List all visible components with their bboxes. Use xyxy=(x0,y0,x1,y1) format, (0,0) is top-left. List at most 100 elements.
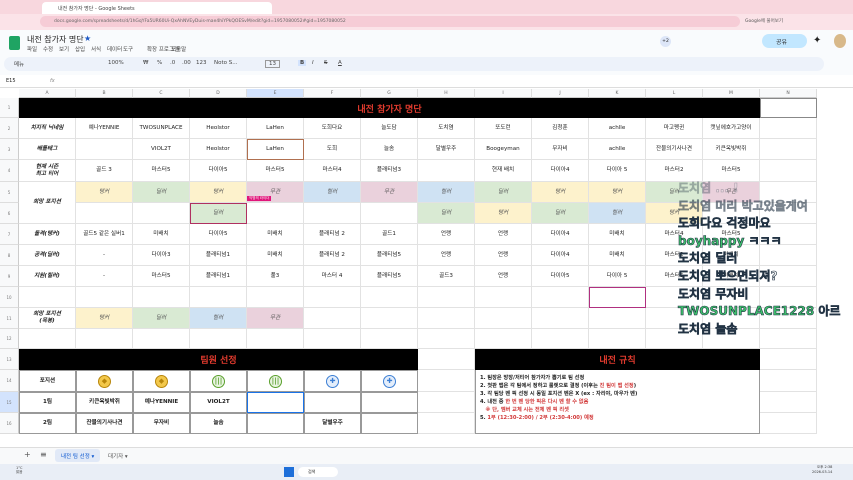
roster-cell[interactable]: 다이아 5 xyxy=(589,160,646,182)
roster-cell[interactable]: TWOSUNPLACE xyxy=(133,118,190,139)
roster-cell[interactable]: - xyxy=(76,245,133,266)
empty-cell[interactable] xyxy=(760,118,817,139)
position-cell[interactable]: 탱커 xyxy=(76,182,133,203)
position-cell[interactable]: 탱커 xyxy=(589,182,646,203)
roster-cell[interactable]: Heolstor xyxy=(190,139,247,160)
empty-cell[interactable] xyxy=(418,308,475,329)
position-cell[interactable]: 탱커 xyxy=(190,182,247,203)
empty-cell[interactable] xyxy=(418,287,475,308)
roster-cell[interactable]: 도희 xyxy=(304,139,361,160)
roster-cell[interactable]: 언랭 xyxy=(418,245,475,266)
column-header-G[interactable]: G xyxy=(361,89,418,98)
empty-cell[interactable] xyxy=(133,287,190,308)
roster-cell[interactable]: 마스터5 xyxy=(247,160,304,182)
share-button[interactable]: 공유 xyxy=(762,34,807,48)
url-field[interactable]: docs.google.com/spreadsheets/d/1hGqYFa5U… xyxy=(40,16,740,27)
zoom-select[interactable]: 100% xyxy=(108,60,124,66)
row-header-8[interactable]: 8 xyxy=(0,245,19,266)
roster-cell[interactable]: 풀3 xyxy=(247,266,304,287)
empty-cell[interactable] xyxy=(532,287,589,308)
roster-cell[interactable]: 마스터5 xyxy=(133,160,190,182)
menu-1[interactable]: 수정 xyxy=(43,45,53,53)
team-member-cell[interactable]: 달별우주 xyxy=(304,413,361,434)
roster-cell[interactable]: 늘솜 xyxy=(361,139,418,160)
empty-cell[interactable] xyxy=(532,308,589,329)
roster-cell[interactable]: 언랭 xyxy=(475,266,532,287)
team-member-cell[interactable]: VIOL2T xyxy=(190,392,247,413)
roster-cell[interactable]: 미배치 xyxy=(589,245,646,266)
empty-cell[interactable] xyxy=(760,370,817,392)
team-member-cell[interactable]: 무자비 xyxy=(133,413,190,434)
empty-cell[interactable] xyxy=(19,329,76,349)
row-header-5[interactable]: 5 xyxy=(0,182,19,203)
account-avatar[interactable] xyxy=(834,34,846,48)
row-label[interactable]: 배틀태그 xyxy=(19,139,76,160)
empty-cell[interactable] xyxy=(361,287,418,308)
row-label[interactable]: 돌격(탱커) xyxy=(19,224,76,245)
position-cell[interactable] xyxy=(133,203,190,224)
menu-search[interactable]: 메뉴 xyxy=(14,60,24,68)
position-cell[interactable] xyxy=(361,203,418,224)
empty-cell[interactable] xyxy=(304,308,361,329)
roster-cell[interactable]: 현재 배치 xyxy=(475,160,532,182)
row-label[interactable]: 공격(딜러) xyxy=(19,245,76,266)
text-color-button[interactable]: A xyxy=(338,60,342,66)
empty-cell[interactable] xyxy=(418,329,475,349)
roster-cell[interactable]: 달별우주 xyxy=(418,139,475,160)
sheets-logo-icon[interactable] xyxy=(9,36,20,50)
roster-cell[interactable]: 플래티넘1 xyxy=(190,245,247,266)
team-member-cell[interactable] xyxy=(361,392,418,413)
row-header-1[interactable]: 1 xyxy=(0,98,19,118)
roster-cell[interactable]: 골드 3 xyxy=(76,160,133,182)
empty-cell[interactable] xyxy=(418,349,475,370)
column-header-I[interactable]: I xyxy=(475,89,532,98)
row-header-12[interactable]: 12 xyxy=(0,329,19,349)
empty-cell[interactable] xyxy=(760,413,817,434)
column-header-M[interactable]: M xyxy=(703,89,760,98)
row-header-6[interactable]: 6 xyxy=(0,203,19,224)
column-header-J[interactable]: J xyxy=(532,89,589,98)
collaborators-more[interactable]: +2 xyxy=(660,36,671,47)
column-header-C[interactable]: C xyxy=(133,89,190,98)
row-header-11[interactable]: 11 xyxy=(0,308,19,329)
team-label[interactable]: 2팀 xyxy=(19,413,76,434)
roster-cell[interactable]: 다이아5 xyxy=(190,224,247,245)
empty-cell[interactable] xyxy=(190,329,247,349)
roster-cell[interactable]: 마고펭귄 xyxy=(646,118,703,139)
percent-format[interactable]: % xyxy=(157,60,162,66)
empty-cell[interactable] xyxy=(247,287,304,308)
bold-button[interactable]: B xyxy=(298,60,307,66)
roster-cell[interactable]: 플래티넘5 xyxy=(361,245,418,266)
menu-4[interactable]: 서식 xyxy=(91,45,101,53)
position-cell[interactable]: 딜러 xyxy=(133,182,190,203)
team-member-cell[interactable]: 예나YENNIE xyxy=(133,392,190,413)
roster-cell[interactable]: 다이아3 xyxy=(133,245,190,266)
font-select[interactable]: Noto S... xyxy=(214,60,238,66)
column-header-F[interactable]: F xyxy=(304,89,361,98)
roster-cell[interactable]: 플래티넘1 xyxy=(190,266,247,287)
row-header-9[interactable]: 9 xyxy=(0,266,19,287)
increase-decimal[interactable]: .00 xyxy=(182,60,191,66)
row-label[interactable]: 지원(힐러) xyxy=(19,266,76,287)
empty-cell[interactable] xyxy=(589,308,646,329)
team-member-cell[interactable]: 늘솜 xyxy=(190,413,247,434)
empty-cell[interactable] xyxy=(418,413,475,434)
team-member-cell[interactable] xyxy=(361,413,418,434)
empty-cell[interactable] xyxy=(589,329,646,349)
column-header-K[interactable]: K xyxy=(589,89,646,98)
roster-cell[interactable]: 마스터4 xyxy=(304,160,361,182)
empty-cell[interactable] xyxy=(19,287,76,308)
roster-cell[interactable]: 다이아5 xyxy=(532,266,589,287)
gemini-icon[interactable]: ✦ xyxy=(813,35,821,46)
roster-cell[interactable]: Heolstor xyxy=(190,118,247,139)
roster-cell[interactable]: 또도런 xyxy=(475,118,532,139)
decrease-decimal[interactable]: .0 xyxy=(170,60,175,66)
roster-cell[interactable]: achlle xyxy=(589,139,646,160)
empty-cell[interactable] xyxy=(475,308,532,329)
row-header-2[interactable]: 2 xyxy=(0,118,19,139)
row-label[interactable]: 희망 포지션 xyxy=(19,182,76,224)
roster-cell[interactable]: 골드3 xyxy=(418,266,475,287)
team-member-cell[interactable] xyxy=(304,392,361,413)
roster-cell[interactable]: 캣닢에호가고양이 xyxy=(703,118,760,139)
roster-cell[interactable]: 미배치 xyxy=(247,245,304,266)
